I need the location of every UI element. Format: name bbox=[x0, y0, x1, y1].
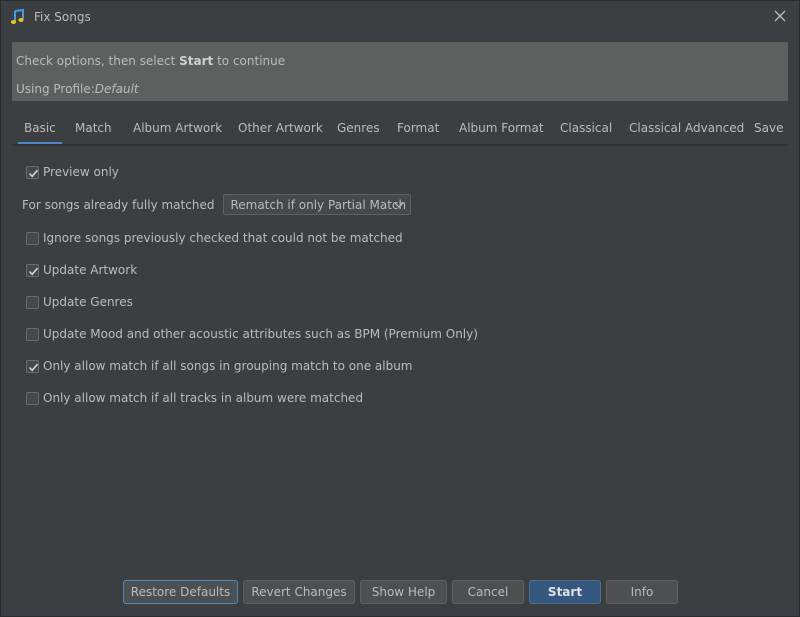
profile-label: Using Profile: bbox=[16, 82, 95, 96]
tab-format[interactable]: Format bbox=[391, 114, 445, 142]
update-artwork-option[interactable]: Update Artwork bbox=[26, 261, 137, 279]
instructions-start-word: Start bbox=[179, 54, 214, 68]
update-genres-checkbox[interactable] bbox=[26, 295, 39, 309]
tab-match[interactable]: Match bbox=[69, 114, 118, 142]
fully-matched-select[interactable]: Rematch if only Partial Match bbox=[223, 194, 412, 215]
fully-matched-value: Rematch if only Partial Match bbox=[230, 197, 407, 212]
only-grouping-checkbox[interactable] bbox=[26, 359, 39, 373]
music-note-icon bbox=[9, 8, 27, 26]
update-artwork-checkbox[interactable] bbox=[26, 263, 39, 277]
preview-only-checkbox[interactable] bbox=[26, 165, 39, 179]
update-genres-label: Update Genres bbox=[43, 295, 133, 309]
window-title: Fix Songs bbox=[34, 10, 91, 24]
checkmark-icon bbox=[28, 363, 39, 371]
fix-songs-dialog: Fix Songs Check options, then select Sta… bbox=[0, 0, 800, 617]
instructions-prefix: Check options, then select bbox=[16, 54, 180, 68]
tab-album-artwork[interactable]: Album Artwork bbox=[127, 114, 228, 142]
fully-matched-row: For songs already fully matched Rematch … bbox=[22, 194, 412, 215]
only-grouping-option[interactable]: Only allow match if all songs in groupin… bbox=[26, 357, 413, 375]
tab-classical-advanced[interactable]: Classical Advanced bbox=[623, 114, 750, 142]
checkmark-icon bbox=[28, 169, 39, 177]
close-icon[interactable] bbox=[771, 7, 789, 25]
update-genres-option[interactable]: Update Genres bbox=[26, 293, 133, 311]
instructions-suffix: to continue bbox=[213, 54, 286, 68]
show-help-button[interactable]: Show Help bbox=[360, 580, 447, 604]
restore-defaults-button[interactable]: Restore Defaults bbox=[123, 580, 238, 604]
info-button[interactable]: Info bbox=[606, 580, 678, 604]
ignore-previously-label: Ignore songs previously checked that cou… bbox=[43, 231, 403, 245]
update-mood-label: Update Mood and other acoustic attribute… bbox=[43, 327, 478, 341]
chevron-down-icon bbox=[395, 202, 404, 208]
basic-options-panel: Preview only For songs already fully mat… bbox=[12, 145, 788, 576]
only-grouping-label: Only allow match if all songs in groupin… bbox=[43, 359, 413, 373]
tab-basic[interactable]: Basic bbox=[18, 114, 62, 144]
tab-other-artwork[interactable]: Other Artwork bbox=[232, 114, 329, 142]
tab-save[interactable]: Save bbox=[748, 114, 789, 142]
tab-bar: Basic Match Album Artwork Other Artwork … bbox=[12, 114, 788, 145]
profile-name: Default bbox=[94, 82, 139, 96]
ignore-previously-checkbox[interactable] bbox=[26, 231, 39, 245]
checkmark-icon bbox=[28, 267, 39, 275]
preview-only-label: Preview only bbox=[43, 165, 119, 179]
instructions-text: Check options, then select Start to cont… bbox=[16, 54, 285, 68]
preview-only-option[interactable]: Preview only bbox=[26, 163, 119, 181]
only-all-tracks-label: Only allow match if all tracks in album … bbox=[43, 391, 364, 405]
tab-album-format[interactable]: Album Format bbox=[453, 114, 550, 142]
start-button[interactable]: Start bbox=[529, 580, 601, 604]
update-mood-option[interactable]: Update Mood and other acoustic attribute… bbox=[26, 325, 478, 343]
profile-text: Using Profile:Default bbox=[16, 82, 139, 96]
title-bar: Fix Songs bbox=[1, 1, 799, 33]
cancel-button[interactable]: Cancel bbox=[452, 580, 524, 604]
tab-genres[interactable]: Genres bbox=[331, 114, 386, 142]
instructions-banner: Check options, then select Start to cont… bbox=[12, 42, 788, 101]
revert-changes-button[interactable]: Revert Changes bbox=[243, 580, 355, 604]
update-artwork-label: Update Artwork bbox=[43, 263, 138, 277]
ignore-previously-option[interactable]: Ignore songs previously checked that cou… bbox=[26, 229, 403, 247]
only-all-tracks-option[interactable]: Only allow match if all tracks in album … bbox=[26, 389, 363, 407]
fully-matched-label: For songs already fully matched bbox=[22, 197, 215, 212]
tab-classical[interactable]: Classical bbox=[554, 114, 618, 142]
update-mood-checkbox[interactable] bbox=[26, 327, 39, 341]
button-bar: Restore Defaults Revert Changes Show Hel… bbox=[1, 580, 799, 604]
only-all-tracks-checkbox[interactable] bbox=[26, 391, 39, 405]
